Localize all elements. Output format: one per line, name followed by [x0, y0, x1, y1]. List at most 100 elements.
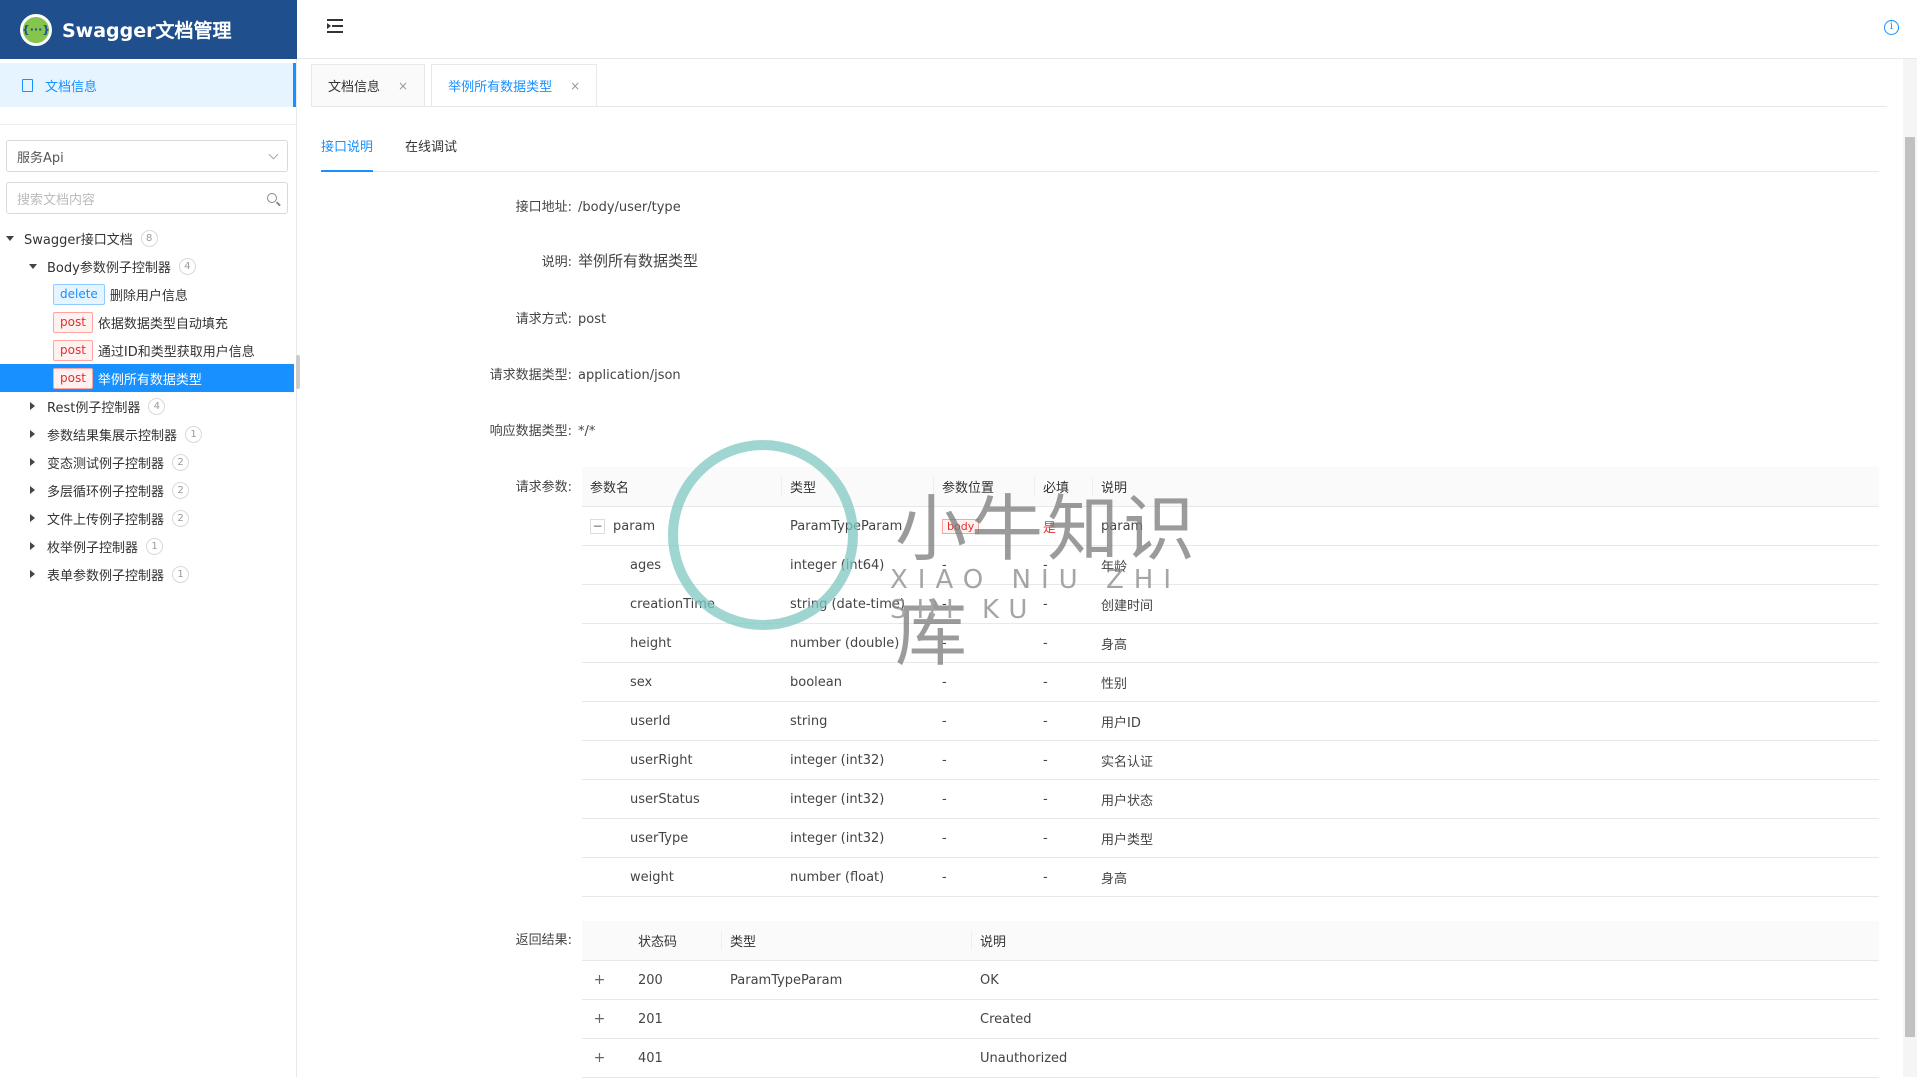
status-code: 200: [622, 973, 722, 988]
caret-right-icon[interactable]: [30, 570, 35, 578]
param-required: -: [1035, 636, 1093, 651]
table-row: weight number (float) - - 身高: [582, 858, 1879, 897]
search-icon[interactable]: [267, 193, 277, 203]
param-required: -: [1035, 714, 1093, 729]
info-icon[interactable]: i: [1884, 20, 1899, 35]
param-type: number (float): [782, 870, 934, 885]
tab-api-detail[interactable]: 举例所有数据类型 ×: [431, 64, 597, 106]
field-label: 响应数据类型:: [430, 420, 572, 439]
tree-leaf-label: 通过ID和类型获取用户信息: [98, 341, 255, 360]
param-required: -: [1035, 870, 1093, 885]
column-header: 类型: [722, 931, 972, 950]
tree-leaf-label: 删除用户信息: [110, 285, 188, 304]
tree-node-label: 变态测试例子控制器: [47, 453, 164, 472]
close-icon[interactable]: ×: [398, 79, 408, 93]
tree-leaf-api[interactable]: delete 删除用户信息: [0, 280, 297, 308]
caret-right-icon[interactable]: [30, 402, 35, 410]
status-code: 201: [622, 1012, 722, 1027]
tree-node-root[interactable]: Swagger接口文档 8: [0, 224, 297, 252]
close-icon[interactable]: ×: [570, 79, 580, 93]
tree-node-label: Body参数例子控制器: [47, 257, 171, 276]
param-name: height: [582, 636, 782, 651]
caret-right-icon[interactable]: [30, 486, 35, 494]
tree-node-body-group[interactable]: Body参数例子控制器 4: [0, 252, 297, 280]
tree-node-group[interactable]: 文件上传例子控制器 2: [0, 504, 297, 532]
subtab-doc[interactable]: 接口说明: [321, 136, 373, 172]
expand-icon[interactable]: +: [592, 1012, 607, 1027]
menu-fold-icon[interactable]: [325, 16, 345, 36]
param-desc: 性别: [1093, 673, 1127, 692]
status-code: 401: [622, 1051, 722, 1066]
tree-node-label: Rest例子控制器: [47, 397, 140, 416]
tree-leaf-api[interactable]: post 通过ID和类型获取用户信息: [0, 336, 297, 364]
param-name: userStatus: [582, 792, 782, 807]
sidebar-resize-handle[interactable]: [296, 355, 300, 389]
tree-leaf-label: 举例所有数据类型: [98, 369, 202, 388]
caret-right-icon[interactable]: [30, 458, 35, 466]
api-url-row: 接口地址: /body/user/type: [430, 196, 681, 215]
api-resp-type-row: 响应数据类型: */*: [430, 420, 595, 439]
param-desc: 身高: [1093, 634, 1127, 653]
collapse-icon[interactable]: −: [590, 519, 605, 534]
tab-doc-info[interactable]: 文档信息 ×: [311, 64, 425, 106]
count-badge: 8: [141, 230, 158, 247]
page-tabs: 文档信息 × 举例所有数据类型 ×: [311, 64, 603, 106]
tree-node-group[interactable]: 多层循环例子控制器 2: [0, 476, 297, 504]
group-select[interactable]: 服务Api: [6, 140, 288, 172]
caret-down-icon[interactable]: [6, 236, 14, 241]
param-desc: 用户ID: [1093, 712, 1141, 731]
divider: [0, 124, 296, 125]
param-desc: 年龄: [1093, 556, 1127, 575]
expand-icon[interactable]: +: [592, 1051, 607, 1066]
param-name: ages: [582, 558, 782, 573]
scrollbar[interactable]: [1903, 59, 1917, 1077]
tree-node-group[interactable]: Rest例子控制器 4: [0, 392, 297, 420]
param-type: integer (int32): [782, 753, 934, 768]
param-in: -: [934, 870, 1035, 885]
param-type: integer (int32): [782, 831, 934, 846]
param-desc: param: [1093, 519, 1143, 534]
api-desc: 举例所有数据类型: [578, 250, 698, 271]
param-name: creationTime: [582, 597, 782, 612]
sidebar: 文档信息 服务Api 搜索文档内容 Swagger接口文档 8 Body参数例子…: [0, 59, 297, 1077]
caret-down-icon[interactable]: [29, 264, 37, 269]
param-in-badge: body: [942, 519, 979, 534]
sidebar-item-doc-info[interactable]: 文档信息: [0, 63, 296, 107]
caret-right-icon[interactable]: [30, 542, 35, 550]
param-required: -: [1035, 831, 1093, 846]
subtab-debug[interactable]: 在线调试: [405, 136, 457, 172]
app-logo-bar: {···} Swagger文档管理: [0, 0, 297, 59]
param-desc: 身高: [1093, 868, 1127, 887]
caret-right-icon[interactable]: [30, 430, 35, 438]
column-header: 说明: [1093, 477, 1127, 496]
tree-node-group[interactable]: 枚举例子控制器 1: [0, 532, 297, 560]
tree-node-group[interactable]: 参数结果集展示控制器 1: [0, 420, 297, 448]
param-name: userRight: [582, 753, 782, 768]
tree-node-group[interactable]: 表单参数例子控制器 1: [0, 560, 297, 588]
column-header: 类型: [782, 477, 934, 496]
swagger-logo-icon: {···}: [20, 14, 52, 46]
api-method: post: [578, 312, 606, 327]
caret-right-icon[interactable]: [30, 514, 35, 522]
tree-leaf-api[interactable]: post 依据数据类型自动填充: [0, 308, 297, 336]
param-type: integer (int32): [782, 792, 934, 807]
expand-icon[interactable]: +: [592, 973, 607, 988]
search-input[interactable]: 搜索文档内容: [6, 182, 288, 214]
table-row: userStatus integer (int32) - - 用户状态: [582, 780, 1879, 819]
chevron-down-icon: [269, 149, 279, 159]
scrollbar-thumb[interactable]: [1905, 137, 1915, 1037]
param-required: -: [1035, 675, 1093, 690]
count-badge: 1: [185, 426, 202, 443]
tree-node-group[interactable]: 变态测试例子控制器 2: [0, 448, 297, 476]
api-tree: Swagger接口文档 8 Body参数例子控制器 4 delete 删除用户信…: [0, 224, 297, 588]
method-badge: post: [53, 340, 93, 361]
count-badge: 4: [148, 398, 165, 415]
count-badge: 2: [172, 482, 189, 499]
table-row: + 201 Created: [582, 1000, 1879, 1039]
param-in: -: [934, 597, 1035, 612]
count-badge: 1: [146, 538, 163, 555]
tree-leaf-api-selected[interactable]: post 举例所有数据类型: [0, 364, 294, 392]
param-name: weight: [582, 870, 782, 885]
param-required: -: [1035, 558, 1093, 573]
field-label: 接口地址:: [430, 196, 572, 215]
